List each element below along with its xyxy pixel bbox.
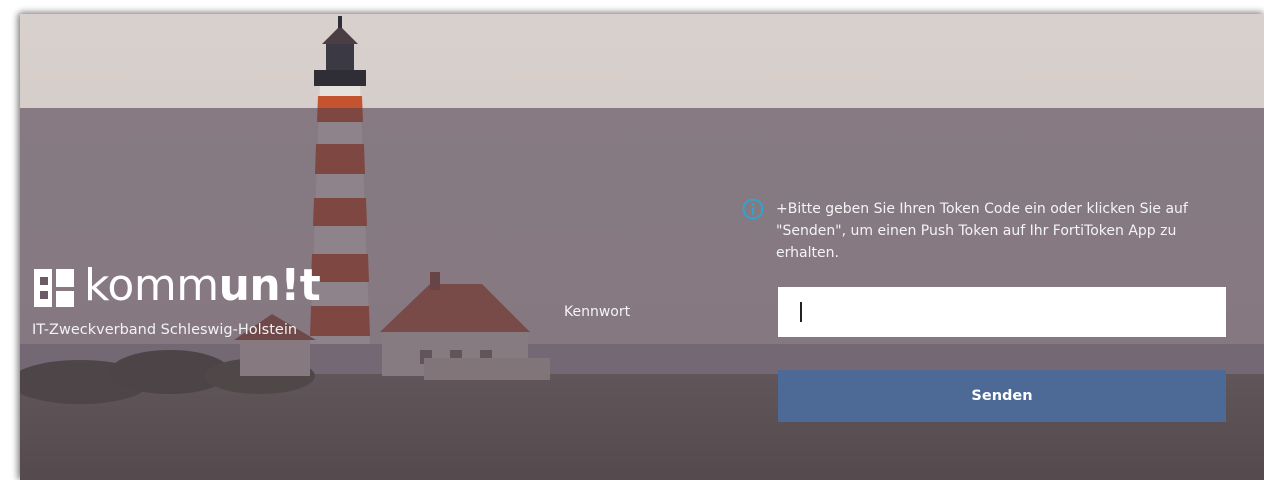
token-info-message: +Bitte geben Sie Ihren Token Code ein od… (776, 201, 1188, 261)
password-input[interactable] (778, 287, 1226, 337)
logo-subtitle: IT-Zweckverband Schleswig-Holstein (32, 322, 298, 338)
text-cursor (800, 302, 802, 322)
password-label: Kennwort (564, 304, 631, 320)
logo-word-regular: komm (84, 260, 219, 311)
login-page: kommun!t IT-Zweckverband Schleswig-Holst… (20, 14, 1264, 480)
kommunit-logo: kommun!t IT-Zweckverband Schleswig-Holst… (32, 260, 352, 342)
info-circle-icon (742, 198, 764, 220)
send-button[interactable]: Senden (778, 370, 1226, 422)
kommunit-logo-icon (34, 269, 74, 307)
logo-wordmark: kommun!t (84, 258, 321, 314)
logo-word-bold: un!t (218, 260, 321, 311)
